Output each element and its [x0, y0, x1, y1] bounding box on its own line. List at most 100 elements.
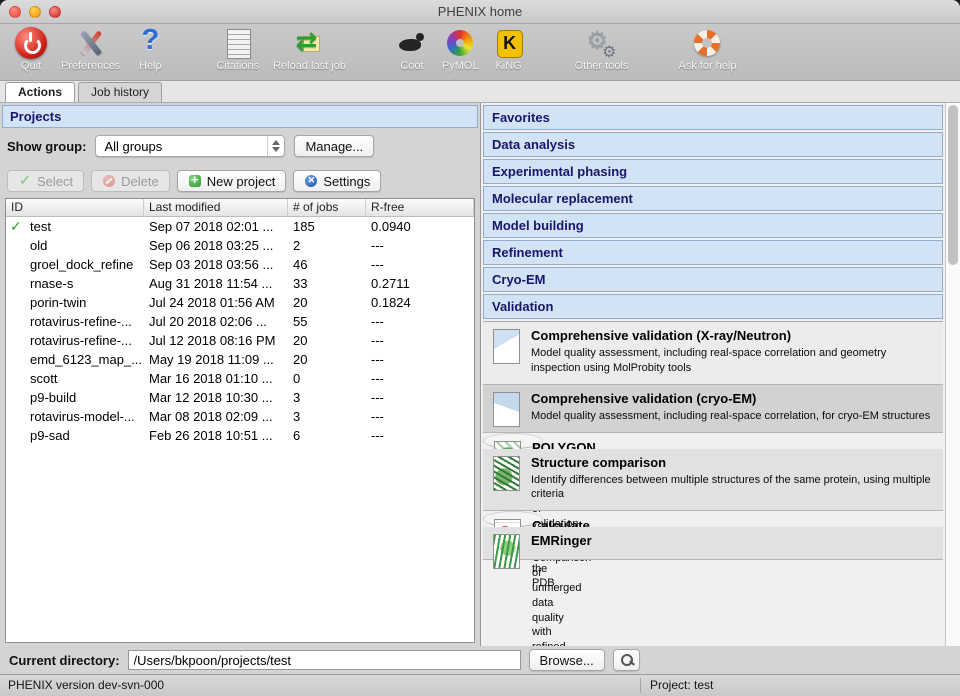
validation-item-title: Comprehensive validation (X-ray/Neutron) [531, 328, 933, 343]
validation-item[interactable]: POLYGON [deprecated] Graphical compariso… [483, 433, 543, 449]
project-modified-cell: Feb 26 2018 10:51 ... [144, 426, 288, 445]
settings-button[interactable]: Settings [293, 170, 381, 192]
column-header-id[interactable]: ID [6, 199, 144, 216]
project-row[interactable]: porin-twin Jul 24 2018 01:56 AM 20 0.182… [6, 293, 474, 312]
project-row[interactable]: old Sep 06 2018 03:25 ... 2 --- [6, 236, 474, 255]
category-section[interactable]: Model building [483, 213, 943, 238]
project-row[interactable]: scott Mar 16 2018 01:10 ... 0 --- [6, 369, 474, 388]
project-rfree-cell: --- [366, 236, 474, 255]
icon-citations [222, 27, 254, 59]
validation-items: Comprehensive validation (X-ray/Neutron)… [483, 321, 943, 560]
category-section[interactable]: Molecular replacement [483, 186, 943, 211]
group-controls-row: Show group: All groups Manage... [2, 128, 478, 164]
project-jobs-cell: 2 [288, 236, 366, 255]
window-controls [9, 6, 61, 18]
close-window-button[interactable] [9, 6, 21, 18]
projects-panel: Projects Show group: All groups Manage..… [0, 103, 481, 646]
toolbar-item[interactable]: Help [127, 27, 173, 72]
project-row[interactable]: rnase-s Aug 31 2018 11:54 ... 33 0.2711 [6, 274, 474, 293]
project-row[interactable]: test Sep 07 2018 02:01 ... 185 0.0940 [6, 217, 474, 236]
project-rfree-cell: 0.0940 [366, 217, 474, 236]
category-section[interactable]: Refinement [483, 240, 943, 265]
group-select[interactable]: All groups [95, 135, 285, 157]
project-modified-cell: Sep 06 2018 03:25 ... [144, 236, 288, 255]
project-modified-cell: Aug 31 2018 11:54 ... [144, 274, 288, 293]
column-header-jobs[interactable]: # of jobs [288, 199, 366, 216]
projects-table: ID Last modified # of jobs R-free test S… [5, 198, 475, 643]
new-project-button[interactable]: New project [177, 170, 287, 192]
delete-project-button[interactable]: Delete [91, 170, 170, 192]
toolbar-item[interactable]: PyMOL [435, 27, 486, 72]
tab-actions[interactable]: Actions [5, 82, 75, 102]
project-modified-cell: May 19 2018 11:09 ... [144, 350, 288, 369]
toolbar-item[interactable]: Coot [389, 27, 435, 72]
toolbar-item-label: Preferences [61, 60, 120, 72]
select-project-button[interactable]: Select [7, 170, 84, 192]
project-rfree-cell: 0.1824 [366, 293, 474, 312]
icon-preferences [75, 27, 107, 59]
toolbar: Quit Preferences Help Citations Reload l… [0, 24, 960, 81]
column-header-last-modified[interactable]: Last modified [144, 199, 288, 216]
project-row[interactable]: rotavirus-refine-... Jul 12 2018 08:16 P… [6, 331, 474, 350]
project-row[interactable]: p9-sad Feb 26 2018 10:51 ... 6 --- [6, 426, 474, 445]
project-buttons-row: Select Delete New project Settings [2, 164, 478, 198]
toolbar-item[interactable]: Preferences [54, 27, 127, 72]
project-modified-cell: Mar 16 2018 01:10 ... [144, 369, 288, 388]
project-row[interactable]: rotavirus-refine-... Jul 20 2018 02:06 .… [6, 312, 474, 331]
column-header-rfree[interactable]: R-free [366, 199, 474, 216]
projects-table-header: ID Last modified # of jobs R-free [6, 199, 474, 217]
project-id-cell: p9-build [6, 388, 144, 407]
project-modified-cell: Sep 03 2018 03:56 ... [144, 255, 288, 274]
project-id-cell: rotavirus-model-... [6, 407, 144, 426]
validation-item[interactable]: Structure comparison Identify difference… [483, 449, 943, 512]
settings-icon [304, 174, 318, 188]
project-jobs-cell: 3 [288, 407, 366, 426]
minimize-window-button[interactable] [29, 6, 41, 18]
validation-item-description: Model quality assessment, including real… [531, 409, 931, 424]
validation-item[interactable]: Comprehensive validation (X-ray/Neutron)… [483, 322, 943, 385]
toolbar-item[interactable]: Reload last job [266, 27, 353, 72]
zoom-window-button[interactable] [49, 6, 61, 18]
chevron-up-down-icon [267, 136, 284, 156]
browse-button[interactable]: Browse... [529, 649, 605, 671]
toolbar-item[interactable]: Ask for help [671, 27, 743, 72]
scrollbar-thumb[interactable] [948, 105, 958, 265]
project-id-cell: test [6, 217, 144, 236]
icon-pymol [444, 27, 476, 59]
project-modified-cell: Mar 08 2018 02:09 ... [144, 407, 288, 426]
validation-item[interactable]: Calculate CC* Comparison of unmerged dat… [483, 511, 543, 527]
project-id-cell: porin-twin [6, 293, 144, 312]
icon-help [134, 27, 166, 59]
project-row[interactable]: groel_dock_refine Sep 03 2018 03:56 ... … [6, 255, 474, 274]
window-title: PHENIX home [0, 0, 960, 23]
category-section[interactable]: Cryo-EM [483, 267, 943, 292]
toolbar-item[interactable]: Quit [8, 27, 54, 72]
validation-item[interactable]: EMRinger [483, 527, 943, 560]
search-button[interactable] [613, 649, 640, 671]
project-row[interactable]: rotavirus-model-... Mar 08 2018 02:09 ..… [6, 407, 474, 426]
project-jobs-cell: 0 [288, 369, 366, 388]
project-row[interactable]: p9-build Mar 12 2018 10:30 ... 3 --- [6, 388, 474, 407]
toolbar-item[interactable]: Other tools [568, 27, 636, 72]
category-section[interactable]: Data analysis [483, 132, 943, 157]
manage-groups-button[interactable]: Manage... [294, 135, 374, 157]
thumb-cryoem [493, 392, 520, 427]
category-section[interactable]: Favorites [483, 105, 943, 130]
toolbar-item[interactable]: KiNG [486, 27, 532, 72]
icon-coot [396, 27, 428, 59]
project-rfree-cell: --- [366, 426, 474, 445]
current-project-status-text: Project: test [650, 678, 713, 692]
vertical-scrollbar[interactable] [945, 103, 960, 646]
validation-item-description: Model quality assessment, including real… [531, 346, 931, 376]
category-section[interactable]: Validation [483, 294, 943, 319]
tab-job-history[interactable]: Job history [78, 82, 162, 102]
category-section[interactable]: Experimental phasing [483, 159, 943, 184]
thumb-xray [493, 329, 520, 364]
current-directory-input[interactable] [128, 650, 521, 670]
project-id-cell: rotavirus-refine-... [6, 312, 144, 331]
toolbar-item[interactable]: Citations [209, 27, 266, 72]
toolbar-item-label: Citations [216, 60, 259, 72]
project-row[interactable]: emd_6123_map_... May 19 2018 11:09 ... 2… [6, 350, 474, 369]
icon-reload [294, 27, 326, 59]
validation-item[interactable]: Comprehensive validation (cryo-EM) Model… [483, 385, 943, 433]
